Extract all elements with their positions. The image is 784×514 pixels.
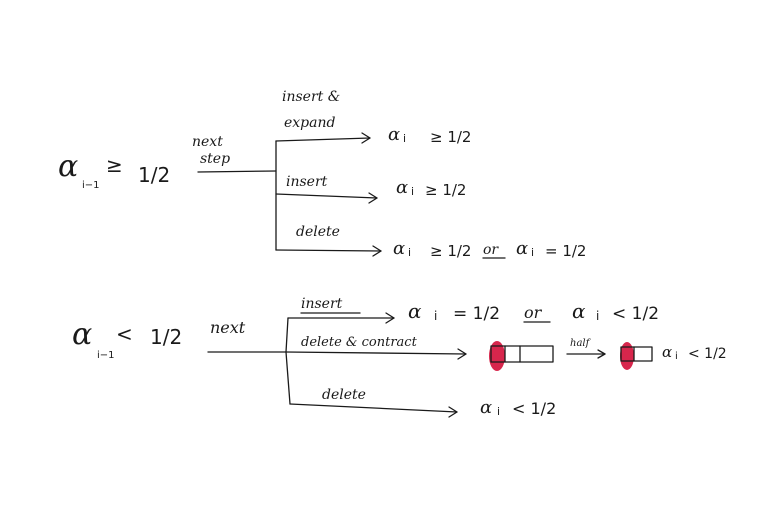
branch-op-line-2: expand [284, 115, 336, 131]
result-subscript: i [408, 246, 411, 259]
top-condition: α i−1 ≥ 1/2 [58, 149, 170, 191]
bottom-branch-insert: insert α i = 1/2 or α i < 1/2 [287, 296, 659, 324]
top-stem-line [197, 170, 277, 173]
branch-op-line-1: insert & [282, 89, 340, 105]
highlight-mark [620, 342, 634, 370]
alt-relation: < 1/2 [612, 304, 659, 324]
top-branch-delete: delete α i ≥ 1/2 or α i = 1/2 [275, 224, 586, 260]
bottom-tree: α i−1 < 1/2 next insert α i = 1/2 or α i… [72, 296, 727, 418]
result-subscript: i [497, 405, 500, 418]
top-trigger-label-2: step [200, 151, 230, 167]
bottom-branch-spine [285, 317, 291, 405]
top-trigger-label-1: next [192, 134, 223, 150]
branch-op: insert [286, 174, 328, 190]
result-relation: ≥ 1/2 [425, 181, 466, 199]
branch-op: insert [301, 296, 343, 312]
result-relation: < 1/2 [512, 399, 556, 418]
result-relation: = 1/2 [453, 304, 500, 324]
array-cell-dividers [504, 345, 521, 363]
after-relation: < 1/2 [688, 346, 727, 362]
after-subscript: i [675, 351, 678, 362]
branch-op: delete [296, 224, 340, 240]
bottom-cond-symbol: α [72, 317, 92, 352]
array-after-icon [620, 342, 653, 370]
top-cond-subscript: i−1 [82, 180, 100, 191]
alt-relation: = 1/2 [545, 242, 586, 260]
top-cond-value: 1/2 [138, 163, 170, 187]
arrow-line [275, 193, 378, 199]
after-symbol: α [662, 343, 672, 361]
arrow-line [289, 403, 458, 413]
result-symbol: α [408, 299, 422, 323]
bottom-branch-delete: delete α i < 1/2 [289, 387, 556, 418]
result-subscript: i [434, 309, 437, 323]
arrow-line [275, 137, 371, 142]
result-symbol: α [396, 177, 408, 198]
result-subscript: i [411, 185, 414, 198]
bottom-condition: α i−1 < 1/2 [72, 317, 182, 361]
result-symbol: α [480, 397, 492, 418]
bottom-branch-delete-contract: delete & contract half α i < 1/2 [285, 335, 727, 371]
array-before-icon [489, 341, 554, 371]
arrow-line [275, 249, 382, 252]
or-word: or [483, 242, 499, 258]
alt-subscript: i [596, 309, 599, 323]
branch-op: delete & contract [301, 335, 418, 350]
result-relation: ≥ 1/2 [430, 242, 471, 260]
bottom-cond-subscript: i−1 [97, 350, 115, 361]
result-symbol: α [393, 238, 405, 259]
result-subscript: i [403, 132, 406, 145]
alt-symbol: α [572, 299, 586, 323]
bottom-cond-relation: < [116, 322, 133, 346]
branch-op: delete [322, 387, 366, 403]
half-label: half [570, 338, 592, 349]
branching-diagram: α i−1 ≥ 1/2 next step insert & expand α … [58, 89, 727, 418]
arrow-line [285, 351, 467, 355]
bottom-cond-value: 1/2 [150, 325, 182, 349]
top-tree: α i−1 ≥ 1/2 next step insert & expand α … [58, 89, 586, 260]
top-cond-symbol: α [58, 149, 78, 184]
top-branch-insert-expand: insert & expand α i ≥ 1/2 [275, 89, 471, 146]
top-branch-insert: insert α i ≥ 1/2 [275, 174, 466, 204]
or-word: or [524, 303, 543, 322]
result-symbol: α [388, 124, 400, 145]
alt-symbol: α [516, 238, 528, 259]
bottom-trigger-label: next [210, 318, 246, 337]
alt-subscript: i [531, 246, 534, 259]
top-cond-relation: ≥ [106, 153, 123, 177]
result-relation: ≥ 1/2 [430, 128, 471, 146]
